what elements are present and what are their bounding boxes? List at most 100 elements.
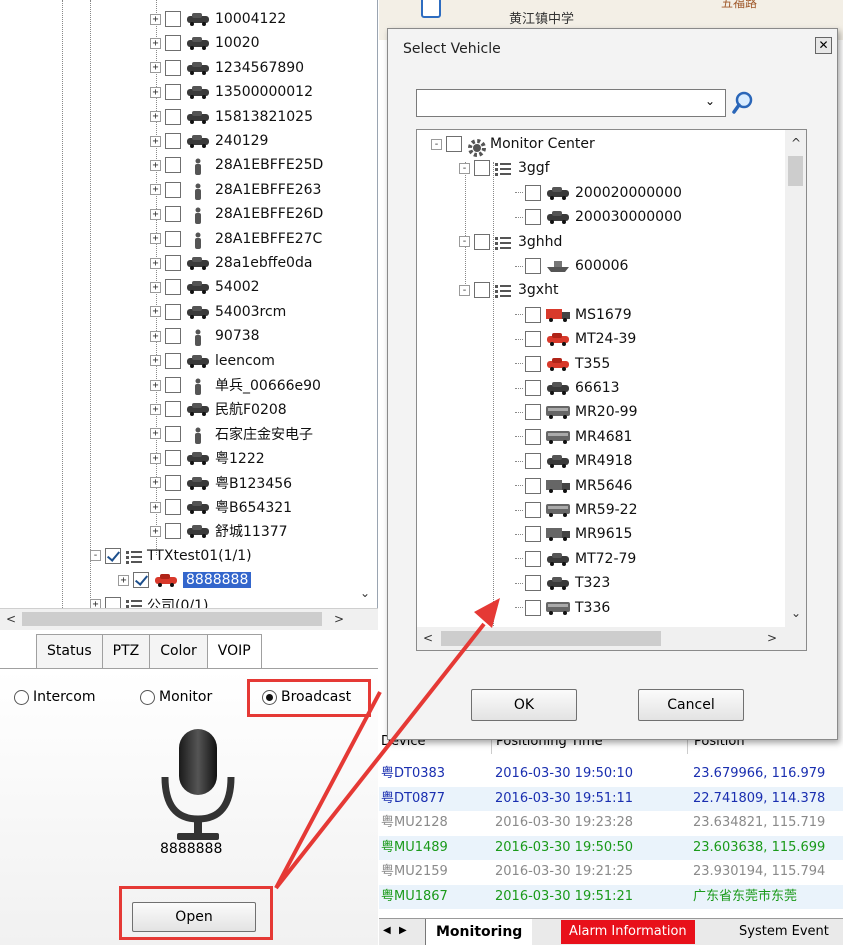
tab-alarm-information[interactable]: Alarm Information bbox=[561, 920, 695, 944]
tree-item-checkbox[interactable] bbox=[165, 474, 181, 491]
tree-group-company[interactable]: + 公司(0/1) bbox=[90, 593, 208, 608]
tree-item[interactable]: + 90738 bbox=[150, 324, 260, 348]
collapse-toggle[interactable]: - bbox=[459, 162, 470, 174]
dialog-tree-checkbox[interactable] bbox=[525, 331, 541, 348]
tree-item-checkbox[interactable] bbox=[165, 425, 181, 442]
expand-toggle[interactable]: + bbox=[150, 37, 161, 49]
scroll-up-arrow-icon[interactable]: ^ bbox=[787, 134, 805, 152]
expand-toggle[interactable]: + bbox=[150, 403, 161, 415]
tree-item[interactable]: + 54003rcm bbox=[150, 300, 286, 324]
chevron-down-icon[interactable]: ⌄ bbox=[705, 94, 715, 108]
dialog-tree-checkbox[interactable] bbox=[525, 404, 541, 421]
tab-scroll-left-icon[interactable]: ◀ bbox=[383, 925, 391, 936]
expand-toggle[interactable]: + bbox=[150, 501, 161, 513]
dialog-tree-item[interactable]: MR59-22 bbox=[515, 498, 638, 522]
tree-item[interactable]: + 15813821025 bbox=[150, 105, 313, 129]
collapse-toggle[interactable]: - bbox=[459, 284, 470, 296]
radio-intercom[interactable]: Intercom bbox=[14, 689, 95, 705]
tree-item-checkbox[interactable] bbox=[165, 108, 181, 125]
tree-item-checkbox[interactable] bbox=[165, 523, 181, 540]
tree-item[interactable]: + 54002 bbox=[150, 275, 260, 299]
dialog-tree-item[interactable]: 66613 bbox=[515, 376, 620, 400]
vehicle-search-field[interactable]: ⌄ bbox=[416, 89, 726, 117]
dialog-tree-checkbox[interactable] bbox=[446, 136, 462, 152]
tree-item-checkbox[interactable] bbox=[165, 59, 181, 76]
tree-item[interactable]: + 240129 bbox=[150, 129, 268, 153]
collapse-toggle[interactable]: - bbox=[459, 236, 470, 248]
table-row[interactable]: 粤MU1867 2016-03-30 19:51:21 广东省东莞市东莞 bbox=[379, 884, 843, 909]
dialog-tree-item[interactable]: T336 bbox=[515, 596, 610, 620]
dialog-tree-item[interactable]: MR4918 bbox=[515, 449, 632, 473]
expand-toggle[interactable]: + bbox=[150, 477, 161, 489]
dialog-tree-checkbox[interactable] bbox=[474, 233, 490, 250]
dialog-tree-checkbox[interactable] bbox=[525, 502, 541, 518]
tab-scroll-right-icon[interactable]: ▶ bbox=[399, 925, 407, 936]
tree-item-checkbox[interactable] bbox=[165, 133, 181, 149]
expand-toggle[interactable]: + bbox=[150, 135, 161, 147]
tree-item-checkbox[interactable] bbox=[165, 206, 181, 223]
dialog-tree-item[interactable]: 200030000000 bbox=[515, 205, 682, 229]
tab-color[interactable]: Color bbox=[149, 634, 208, 668]
tab-system-event[interactable]: System Event bbox=[731, 919, 837, 945]
dialog-tree-item[interactable]: - Monitor Center bbox=[431, 132, 595, 157]
dialog-tree-checkbox[interactable] bbox=[474, 160, 490, 177]
tree-item-checkbox[interactable] bbox=[165, 303, 181, 320]
vehicle-search-input[interactable] bbox=[417, 90, 697, 116]
tree-item[interactable]: + 28A1EBFFE25D bbox=[150, 153, 323, 177]
expand-toggle[interactable]: + bbox=[150, 306, 161, 318]
table-row[interactable]: 粤MU2159 2016-03-30 19:21:25 23.930194, 1… bbox=[379, 860, 843, 884]
tree-item[interactable]: + 28A1EBFFE27C bbox=[150, 227, 322, 251]
dialog-tree-checkbox[interactable] bbox=[525, 306, 541, 323]
scroll-thumb[interactable] bbox=[22, 612, 322, 626]
tab-ptz[interactable]: PTZ bbox=[101, 634, 151, 668]
tree-item[interactable]: + 粤1222 bbox=[150, 446, 265, 470]
expand-toggle[interactable]: + bbox=[150, 208, 161, 220]
tree-item[interactable]: + 13500000012 bbox=[150, 80, 313, 104]
radio-monitor-circle[interactable] bbox=[140, 689, 155, 705]
scroll-left-arrow-icon[interactable]: < bbox=[2, 610, 20, 628]
dialog-tree-item[interactable]: MR5646 bbox=[515, 474, 632, 498]
tree-item[interactable]: + 民航F0208 bbox=[150, 397, 287, 421]
tree-item[interactable]: + 粤B654321 bbox=[150, 495, 292, 519]
dialog-tree-item[interactable]: 200020000000 bbox=[515, 181, 682, 205]
dialog-tree-item[interactable]: MT72-79 bbox=[515, 547, 636, 571]
expand-toggle[interactable]: + bbox=[150, 13, 161, 25]
expand-toggle[interactable]: + bbox=[150, 525, 161, 537]
expand-toggle[interactable]: + bbox=[150, 159, 161, 171]
tree-scroll-down-icon[interactable]: ⌄ bbox=[356, 584, 374, 602]
vscroll-thumb[interactable] bbox=[788, 156, 803, 186]
expand-toggle[interactable]: + bbox=[150, 257, 161, 269]
dialog-tree-item[interactable]: T323 bbox=[515, 571, 610, 595]
expand-toggle[interactable]: + bbox=[150, 330, 161, 342]
tab-monitoring[interactable]: Monitoring bbox=[425, 919, 533, 945]
tab-status[interactable]: Status bbox=[36, 634, 103, 668]
dialog-tree-checkbox[interactable] bbox=[525, 380, 541, 396]
dialog-tree-checkbox[interactable] bbox=[525, 184, 541, 201]
hscroll-right-arrow-icon[interactable]: > bbox=[763, 629, 781, 647]
expand-toggle[interactable]: + bbox=[150, 379, 161, 391]
dialog-tree-item[interactable]: 600006 bbox=[515, 254, 628, 278]
hscroll-thumb[interactable] bbox=[441, 631, 661, 646]
tree-group-ttxtest01[interactable]: - TTXtest01(1/1) bbox=[90, 544, 252, 568]
table-row[interactable]: 粤DT0877 2016-03-30 19:51:11 22.741809, 1… bbox=[379, 786, 843, 811]
table-row[interactable]: 粤MU2128 2016-03-30 19:23:28 23.634821, 1… bbox=[379, 811, 843, 835]
expand-toggle[interactable]: + bbox=[150, 233, 161, 245]
dialog-tree-checkbox[interactable] bbox=[525, 428, 541, 445]
tree-item-checkbox[interactable] bbox=[165, 157, 181, 174]
dialog-tree-checkbox[interactable] bbox=[525, 258, 541, 274]
dialog-tree-item[interactable]: MT24-39 bbox=[515, 327, 636, 351]
tree-item-checkbox[interactable] bbox=[133, 572, 149, 589]
radio-monitor[interactable]: Monitor bbox=[140, 689, 212, 705]
tree-item-selected[interactable]: + 8888888 bbox=[118, 568, 252, 592]
dialog-tree-checkbox[interactable] bbox=[525, 526, 541, 543]
dialog-tree-checkbox[interactable] bbox=[474, 282, 490, 299]
tree-item[interactable]: + 单兵_00666e90 bbox=[150, 373, 321, 397]
dialog-vehicle-tree[interactable]: - Monitor Center - 3ggf 200020000000 200… bbox=[416, 129, 807, 651]
collapse-toggle[interactable]: - bbox=[431, 138, 442, 150]
expand-toggle[interactable]: + bbox=[150, 452, 161, 464]
hscroll-left-arrow-icon[interactable]: < bbox=[419, 629, 437, 647]
expand-toggle[interactable]: + bbox=[150, 62, 161, 74]
dialog-tree-checkbox[interactable] bbox=[525, 355, 541, 372]
tree-item[interactable]: + 28A1EBFFE263 bbox=[150, 178, 321, 202]
expand-toggle[interactable]: + bbox=[118, 574, 129, 586]
